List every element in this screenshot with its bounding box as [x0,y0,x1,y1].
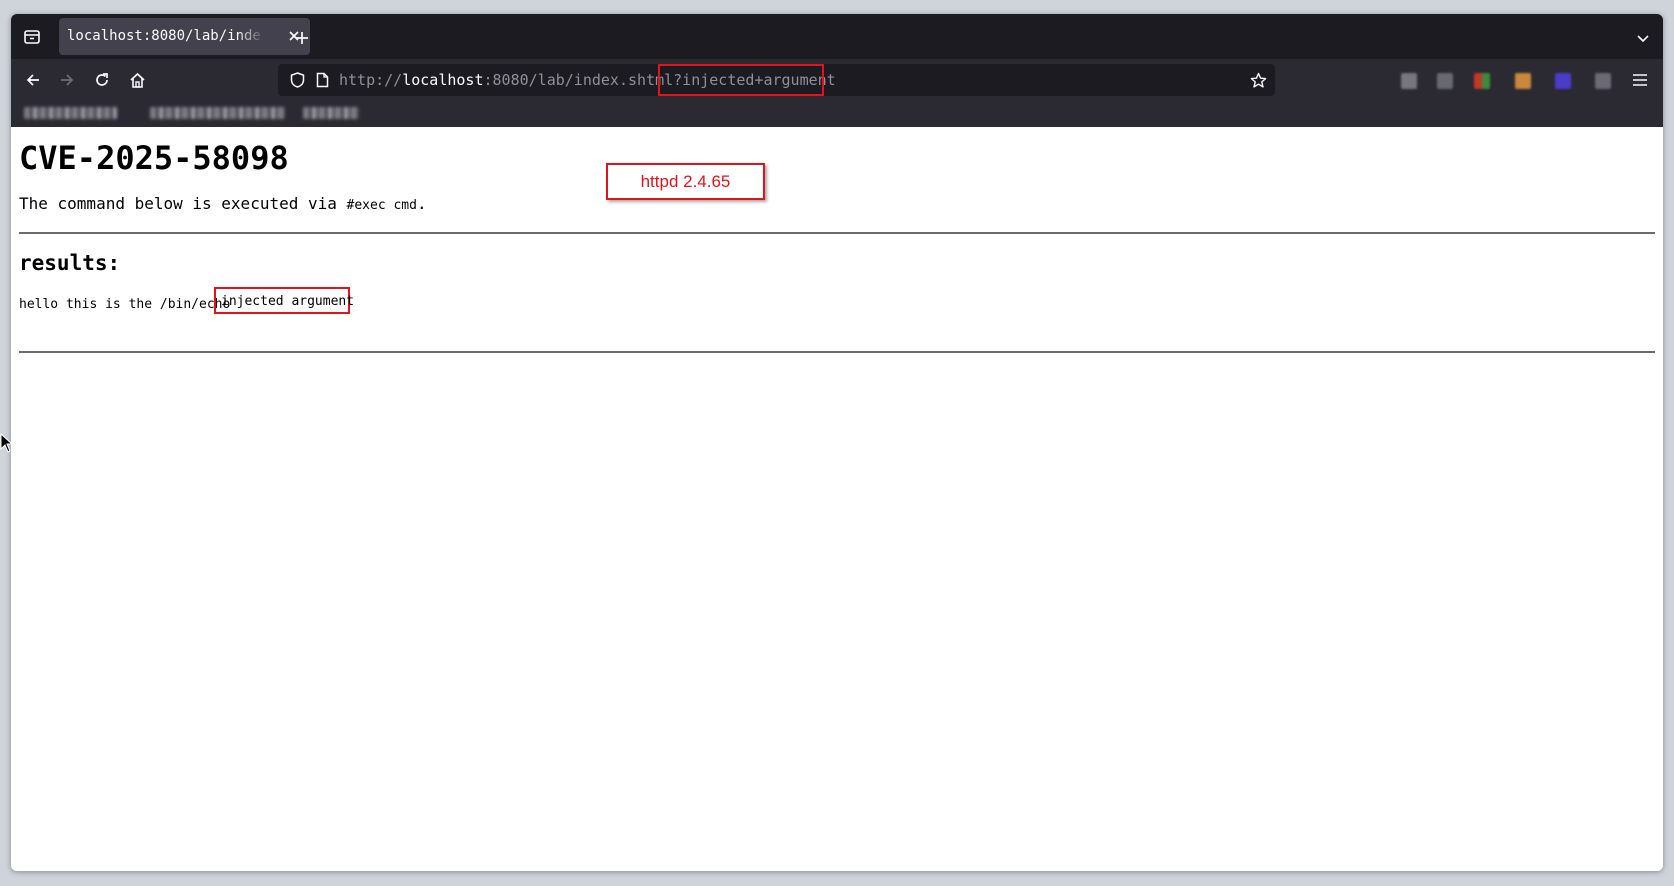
divider-top [19,232,1655,234]
url-bar[interactable]: http://localhost:8080/lab/index.shtml?in… [278,64,1275,96]
page-icon[interactable] [313,71,331,89]
url-query-highlight-box [658,64,824,96]
injected-argument-highlight: injected argument [214,287,354,314]
browser-window: localhost:8080/lab/index.shtml [11,14,1663,871]
hamburger-menu-icon[interactable] [1627,67,1653,93]
bookmark-item-3[interactable] [303,107,359,119]
intro-text-end: . [416,194,427,213]
back-arrow-icon[interactable] [19,66,47,94]
forward-arrow-icon[interactable] [53,66,81,94]
bookmarks-toolbar [11,101,1663,127]
extension-icon-6[interactable] [1595,73,1611,89]
exec-cmd-code: #exec cmd [346,198,417,213]
page-title: CVE-2025-58098 [19,139,289,177]
extension-icon-4[interactable] [1515,73,1531,89]
url-path: :8080/lab/index.shtml [483,71,674,89]
extension-icon-1[interactable] [1401,73,1417,89]
url-host: localhost [402,71,484,89]
shield-icon[interactable] [288,71,306,89]
extension-icon-3[interactable] [1474,73,1490,89]
tab-title-fade [237,26,265,46]
tab-title: localhost:8080/lab/index.shtml [67,28,262,44]
firefox-view-icon[interactable] [19,24,45,50]
active-tab[interactable]: localhost:8080/lab/index.shtml [59,18,310,55]
bookmark-item-1[interactable] [24,107,117,119]
navigation-toolbar: http://localhost:8080/lab/index.shtml?in… [11,59,1663,101]
version-annotation: httpd 2.4.65 [606,163,765,200]
chevron-down-icon[interactable] [1633,28,1653,48]
mouse-cursor-icon [0,433,12,453]
reload-icon[interactable] [88,66,116,94]
extension-icon-2[interactable] [1437,73,1453,89]
divider-bottom [19,351,1655,353]
intro-text: The command below is executed via #exec … [19,194,427,213]
intro-text-start: The command below is executed via [19,194,347,213]
bookmark-item-2[interactable] [150,107,285,119]
page-content: CVE-2025-58098 httpd 2.4.65 The command … [11,127,1663,871]
url-scheme: http:// [339,71,403,89]
results-heading: results: [19,251,121,275]
result-output: hello this is the /bin/echo [19,297,231,312]
bookmark-star-icon[interactable] [1249,71,1267,89]
tab-strip: localhost:8080/lab/index.shtml [11,14,1663,59]
home-icon[interactable] [123,66,151,94]
extension-icon-5[interactable] [1555,73,1571,89]
new-tab-icon[interactable] [292,28,312,48]
